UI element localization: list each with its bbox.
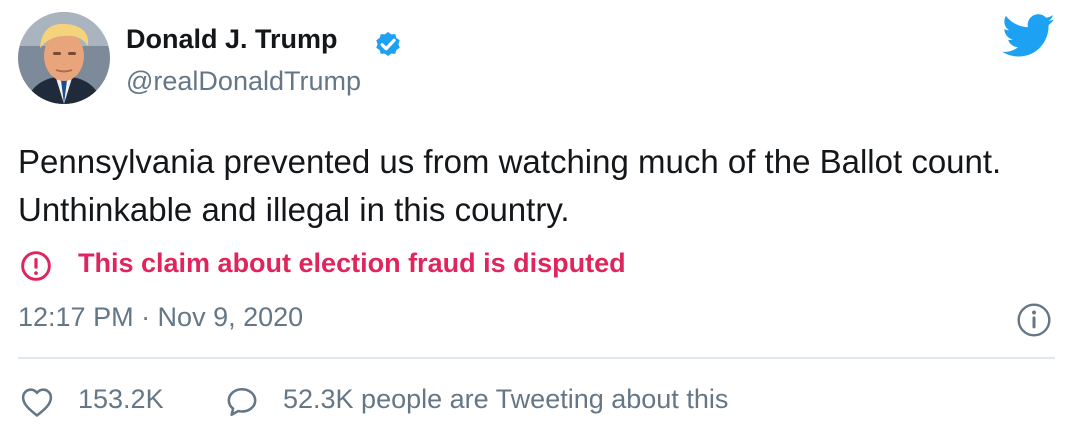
twitter-bird-icon[interactable] [1002, 14, 1056, 58]
tweet-timestamp[interactable]: 12:17 PM · Nov 9, 2020 [18, 302, 303, 333]
like-count[interactable]: 153.2K [78, 384, 164, 415]
info-icon[interactable] [1016, 302, 1052, 338]
heart-icon[interactable] [20, 386, 54, 418]
avatar-image [18, 12, 110, 104]
author-handle[interactable]: @realDonaldTrump [126, 66, 361, 97]
conversation-link[interactable]: 52.3K people are Tweeting about this [283, 384, 728, 415]
disputed-claim-label[interactable]: This claim about election fraud is dispu… [78, 248, 626, 279]
divider [18, 357, 1055, 359]
tweet-card: Donald J. Trump @realDonaldTrump Pennsyl… [0, 0, 1080, 434]
author-name[interactable]: Donald J. Trump [126, 24, 338, 55]
speech-bubble-icon[interactable] [224, 385, 260, 419]
exclamation-circle-icon [21, 251, 51, 281]
tweet-text: Pennsylvania prevented us from watching … [18, 143, 1002, 228]
verified-badge-icon [376, 32, 400, 56]
avatar[interactable] [18, 12, 110, 104]
